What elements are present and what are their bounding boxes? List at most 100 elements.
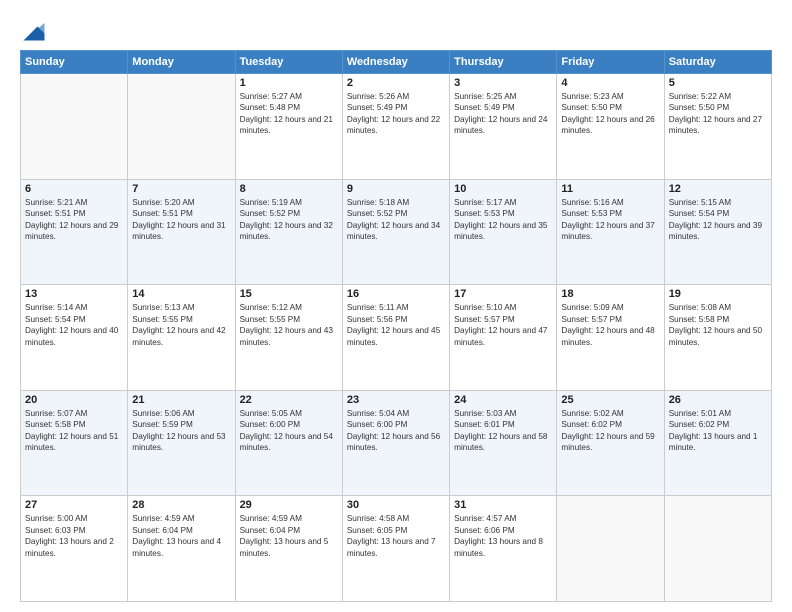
day-number: 21 bbox=[132, 394, 230, 406]
weekday-header: Wednesday bbox=[342, 51, 449, 74]
day-info: Sunrise: 4:59 AMSunset: 6:04 PMDaylight:… bbox=[240, 513, 338, 559]
calendar-day-cell: 11 Sunrise: 5:16 AMSunset: 5:53 PMDayligh… bbox=[557, 179, 664, 285]
day-info: Sunrise: 5:21 AMSunset: 5:51 PMDaylight:… bbox=[25, 197, 123, 243]
calendar-day-cell: 2Sunrise: 5:26 AMSunset: 5:49 PMDaylight… bbox=[342, 74, 449, 180]
calendar-day-cell: 8Sunrise: 5:19 AMSunset: 5:52 PMDaylight… bbox=[235, 179, 342, 285]
day-info: Sunrise: 4:59 AMSunset: 6:04 PMDaylight:… bbox=[132, 513, 230, 559]
day-info: Sunrise: 5:25 AMSunset: 5:49 PMDaylight:… bbox=[454, 91, 552, 137]
weekday-header: Friday bbox=[557, 51, 664, 74]
day-info: Sunrise: 5:02 AMSunset: 6:02 PMDaylight:… bbox=[561, 408, 659, 454]
day-number: 29 bbox=[240, 499, 338, 511]
calendar-week-row: 20 Sunrise: 5:07 AMSunset: 5:58 PMDayligh… bbox=[21, 390, 772, 496]
day-info: Sunrise: 5:15 AMSunset: 5:54 PMDaylight:… bbox=[669, 197, 767, 243]
day-number: 13 bbox=[25, 288, 123, 300]
calendar-day-cell: 22Sunrise: 5:05 AMSunset: 6:00 PMDayligh… bbox=[235, 390, 342, 496]
day-info: Sunrise: 4:57 AMSunset: 6:06 PMDaylight:… bbox=[454, 513, 552, 559]
calendar-table: SundayMondayTuesdayWednesdayThursdayFrid… bbox=[20, 50, 772, 602]
calendar-day-cell: 9 Sunrise: 5:18 AMSunset: 5:52 PMDaylight… bbox=[342, 179, 449, 285]
day-number: 25 bbox=[561, 394, 659, 406]
day-info: Sunrise: 5:04 AMSunset: 6:00 PMDaylight:… bbox=[347, 408, 445, 454]
calendar-day-cell: 5Sunrise: 5:22 AMSunset: 5:50 PMDaylight… bbox=[664, 74, 771, 180]
day-info: Sunrise: 5:16 AMSunset: 5:53 PMDaylight:… bbox=[561, 197, 659, 243]
day-info: Sunrise: 5:23 AMSunset: 5:50 PMDaylight:… bbox=[561, 91, 659, 137]
calendar-day-cell: 28 Sunrise: 4:59 AMSunset: 6:04 PMDayligh… bbox=[128, 496, 235, 602]
day-number: 4 bbox=[561, 77, 659, 89]
calendar-day-cell: 24Sunrise: 5:03 AMSunset: 6:01 PMDayligh… bbox=[450, 390, 557, 496]
logo-icon bbox=[20, 16, 48, 44]
day-info: Sunrise: 5:00 AMSunset: 6:03 PMDaylight:… bbox=[25, 513, 123, 559]
calendar-day-cell: 1 Sunrise: 5:27 AMSunset: 5:48 PMDaylight… bbox=[235, 74, 342, 180]
weekday-header: Monday bbox=[128, 51, 235, 74]
calendar-day-cell: 13 Sunrise: 5:14 AMSunset: 5:54 PMDayligh… bbox=[21, 285, 128, 391]
day-number: 5 bbox=[669, 77, 767, 89]
calendar-day-cell: 15 Sunrise: 5:12 AMSunset: 5:55 PMDayligh… bbox=[235, 285, 342, 391]
calendar-day-cell: 17 Sunrise: 5:10 AMSunset: 5:57 PMDayligh… bbox=[450, 285, 557, 391]
calendar-day-cell bbox=[557, 496, 664, 602]
weekday-header: Saturday bbox=[664, 51, 771, 74]
day-number: 17 bbox=[454, 288, 552, 300]
calendar-day-cell: 31 Sunrise: 4:57 AMSunset: 6:06 PMDayligh… bbox=[450, 496, 557, 602]
logo bbox=[20, 16, 52, 44]
day-info: Sunrise: 5:06 AMSunset: 5:59 PMDaylight:… bbox=[132, 408, 230, 454]
day-number: 11 bbox=[561, 183, 659, 195]
day-number: 20 bbox=[25, 394, 123, 406]
day-info: Sunrise: 5:11 AMSunset: 5:56 PMDaylight:… bbox=[347, 302, 445, 348]
day-number: 1 bbox=[240, 77, 338, 89]
calendar-day-cell: 26Sunrise: 5:01 AMSunset: 6:02 PMDayligh… bbox=[664, 390, 771, 496]
calendar-day-cell: 12 Sunrise: 5:15 AMSunset: 5:54 PMDayligh… bbox=[664, 179, 771, 285]
day-number: 9 bbox=[347, 183, 445, 195]
day-info: Sunrise: 5:27 AMSunset: 5:48 PMDaylight:… bbox=[240, 91, 338, 137]
page: SundayMondayTuesdayWednesdayThursdayFrid… bbox=[0, 0, 792, 612]
day-number: 3 bbox=[454, 77, 552, 89]
day-info: Sunrise: 5:09 AMSunset: 5:57 PMDaylight:… bbox=[561, 302, 659, 348]
day-info: Sunrise: 5:14 AMSunset: 5:54 PMDaylight:… bbox=[25, 302, 123, 348]
day-info: Sunrise: 5:01 AMSunset: 6:02 PMDaylight:… bbox=[669, 408, 767, 454]
calendar-week-row: 6 Sunrise: 5:21 AMSunset: 5:51 PMDaylight… bbox=[21, 179, 772, 285]
day-info: Sunrise: 5:17 AMSunset: 5:53 PMDaylight:… bbox=[454, 197, 552, 243]
day-info: Sunrise: 5:12 AMSunset: 5:55 PMDaylight:… bbox=[240, 302, 338, 348]
calendar-week-row: 27 Sunrise: 5:00 AMSunset: 6:03 PMDayligh… bbox=[21, 496, 772, 602]
weekday-header: Thursday bbox=[450, 51, 557, 74]
day-number: 19 bbox=[669, 288, 767, 300]
calendar-day-cell: 3 Sunrise: 5:25 AMSunset: 5:49 PMDaylight… bbox=[450, 74, 557, 180]
day-number: 24 bbox=[454, 394, 552, 406]
calendar-week-row: 1 Sunrise: 5:27 AMSunset: 5:48 PMDaylight… bbox=[21, 74, 772, 180]
day-info: Sunrise: 5:19 AMSunset: 5:52 PMDaylight:… bbox=[240, 197, 338, 243]
day-number: 28 bbox=[132, 499, 230, 511]
calendar-day-cell: 18 Sunrise: 5:09 AMSunset: 5:57 PMDayligh… bbox=[557, 285, 664, 391]
day-info: Sunrise: 5:18 AMSunset: 5:52 PMDaylight:… bbox=[347, 197, 445, 243]
calendar-day-cell: 23Sunrise: 5:04 AMSunset: 6:00 PMDayligh… bbox=[342, 390, 449, 496]
calendar-header-row: SundayMondayTuesdayWednesdayThursdayFrid… bbox=[21, 51, 772, 74]
day-number: 15 bbox=[240, 288, 338, 300]
calendar-day-cell: 27 Sunrise: 5:00 AMSunset: 6:03 PMDayligh… bbox=[21, 496, 128, 602]
calendar-day-cell: 21 Sunrise: 5:06 AMSunset: 5:59 PMDayligh… bbox=[128, 390, 235, 496]
day-number: 30 bbox=[347, 499, 445, 511]
day-number: 7 bbox=[132, 183, 230, 195]
weekday-header: Sunday bbox=[21, 51, 128, 74]
day-number: 14 bbox=[132, 288, 230, 300]
calendar-day-cell: 29 Sunrise: 4:59 AMSunset: 6:04 PMDayligh… bbox=[235, 496, 342, 602]
calendar-day-cell bbox=[128, 74, 235, 180]
calendar-day-cell: 14Sunrise: 5:13 AMSunset: 5:55 PMDayligh… bbox=[128, 285, 235, 391]
day-number: 27 bbox=[25, 499, 123, 511]
day-number: 2 bbox=[347, 77, 445, 89]
day-info: Sunrise: 5:10 AMSunset: 5:57 PMDaylight:… bbox=[454, 302, 552, 348]
day-number: 12 bbox=[669, 183, 767, 195]
calendar-day-cell: 30Sunrise: 4:58 AMSunset: 6:05 PMDayligh… bbox=[342, 496, 449, 602]
calendar-day-cell: 25 Sunrise: 5:02 AMSunset: 6:02 PMDayligh… bbox=[557, 390, 664, 496]
day-info: Sunrise: 5:05 AMSunset: 6:00 PMDaylight:… bbox=[240, 408, 338, 454]
day-number: 31 bbox=[454, 499, 552, 511]
calendar-day-cell: 19 Sunrise: 5:08 AMSunset: 5:58 PMDayligh… bbox=[664, 285, 771, 391]
weekday-header: Tuesday bbox=[235, 51, 342, 74]
calendar-week-row: 13 Sunrise: 5:14 AMSunset: 5:54 PMDayligh… bbox=[21, 285, 772, 391]
day-number: 18 bbox=[561, 288, 659, 300]
day-number: 6 bbox=[25, 183, 123, 195]
calendar-day-cell: 7 Sunrise: 5:20 AMSunset: 5:51 PMDaylight… bbox=[128, 179, 235, 285]
day-info: Sunrise: 5:20 AMSunset: 5:51 PMDaylight:… bbox=[132, 197, 230, 243]
day-info: Sunrise: 5:08 AMSunset: 5:58 PMDaylight:… bbox=[669, 302, 767, 348]
calendar-day-cell: 20 Sunrise: 5:07 AMSunset: 5:58 PMDayligh… bbox=[21, 390, 128, 496]
calendar-day-cell: 10 Sunrise: 5:17 AMSunset: 5:53 PMDayligh… bbox=[450, 179, 557, 285]
day-info: Sunrise: 5:07 AMSunset: 5:58 PMDaylight:… bbox=[25, 408, 123, 454]
day-number: 10 bbox=[454, 183, 552, 195]
calendar-day-cell: 4 Sunrise: 5:23 AMSunset: 5:50 PMDaylight… bbox=[557, 74, 664, 180]
